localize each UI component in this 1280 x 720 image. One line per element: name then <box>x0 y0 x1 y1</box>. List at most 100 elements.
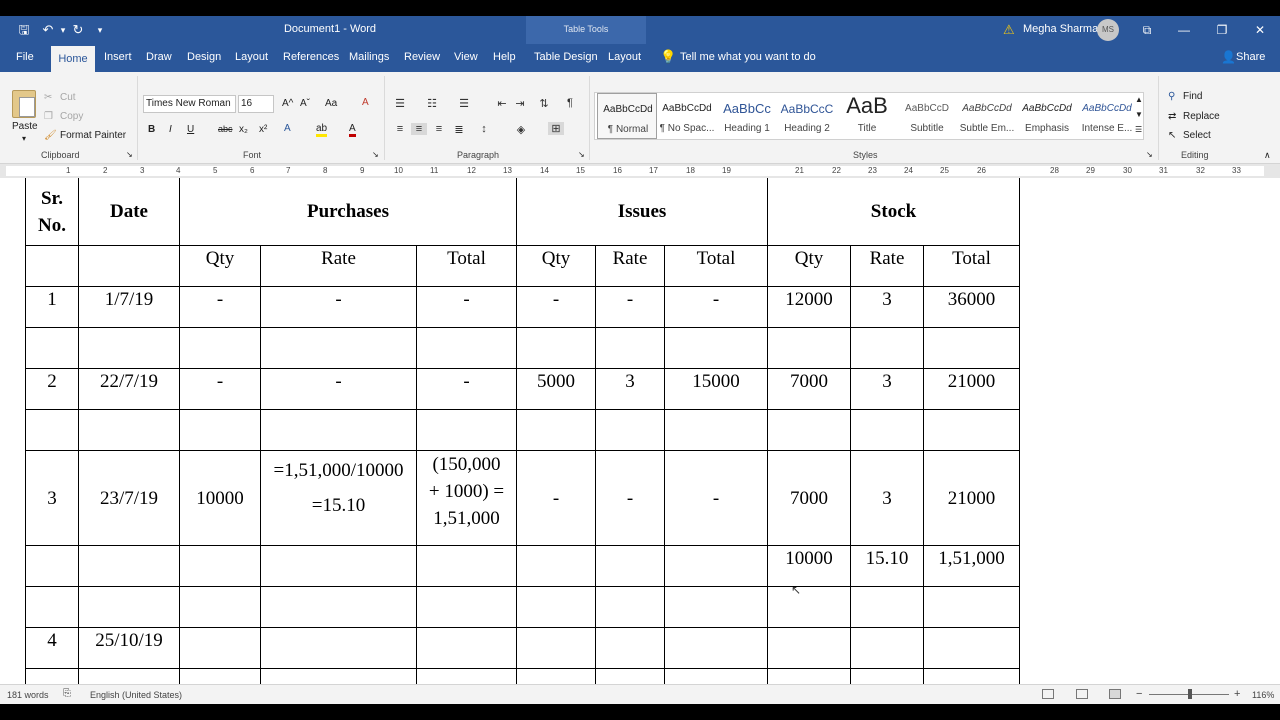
table-cell[interactable] <box>664 545 768 587</box>
line-spacing-icon[interactable]: ↕ <box>476 123 492 135</box>
table-cell[interactable] <box>595 545 665 587</box>
paste-button[interactable]: Paste <box>12 121 38 132</box>
table-cell[interactable] <box>923 627 1020 669</box>
show-marks-button[interactable]: ¶ <box>562 97 578 109</box>
table-cell[interactable]: - <box>179 368 261 410</box>
table-cell[interactable] <box>850 409 924 451</box>
header-sr-no[interactable]: Sr. No. <box>25 178 79 246</box>
tab-layout[interactable]: Layout <box>235 51 268 63</box>
table-cell[interactable] <box>179 327 261 369</box>
table-cell[interactable]: 1,51,000 <box>923 545 1020 587</box>
styles-launcher-icon[interactable]: ↘ <box>1146 150 1153 159</box>
table-cell[interactable] <box>25 409 79 451</box>
lightbulb-icon[interactable]: 💡 <box>660 49 676 65</box>
table-cell[interactable]: 5000 <box>516 368 596 410</box>
table-cell[interactable] <box>78 545 180 587</box>
table-cell[interactable] <box>260 586 417 628</box>
style-subtle-emphasis[interactable]: AaBbCcDd Subtle Em... <box>957 93 1017 139</box>
purchase-total-calculation[interactable]: (150,000 + 1000) = 1,51,000 <box>416 450 517 546</box>
restore-button[interactable]: ❐ <box>1211 20 1233 40</box>
table-cell[interactable]: 10000 <box>179 450 261 546</box>
table-cell[interactable] <box>923 586 1020 628</box>
share-button[interactable]: Share <box>1236 51 1265 63</box>
table-cell[interactable] <box>516 409 596 451</box>
table-cell[interactable] <box>595 668 665 684</box>
table-cell[interactable] <box>516 627 596 669</box>
table-cell[interactable] <box>595 409 665 451</box>
subheader-stock-qty[interactable]: Qty <box>767 245 851 287</box>
table-cell[interactable]: 25/10/19 <box>78 627 180 669</box>
zoom-slider-thumb[interactable] <box>1188 689 1192 699</box>
subheader-issues-qty[interactable]: Qty <box>516 245 596 287</box>
document-page[interactable]: Sr. No. Date Purchases Issues Stock Qty … <box>0 178 1280 684</box>
select-button[interactable]: Select <box>1183 130 1211 141</box>
paragraph-launcher-icon[interactable]: ↘ <box>578 150 585 159</box>
table-cell[interactable]: 12000 <box>767 286 851 328</box>
table-cell[interactable] <box>664 586 768 628</box>
tab-help[interactable]: Help <box>493 51 516 63</box>
save-icon[interactable]: 🖫 <box>16 22 32 38</box>
zoom-out-button[interactable]: − <box>1136 688 1142 700</box>
multilevel-list-icon[interactable]: ☰ <box>456 97 472 110</box>
horizontal-ruler[interactable]: 1 2 3 4 5 6 7 8 9 10 11 12 13 14 15 16 1… <box>0 164 1280 178</box>
user-name[interactable]: Megha Sharma <box>1023 23 1098 35</box>
table-cell[interactable]: - <box>416 286 517 328</box>
zoom-level[interactable]: 116% <box>1252 690 1274 700</box>
style-subtitle[interactable]: AaBbCcD Subtitle <box>897 93 957 139</box>
table-cell[interactable] <box>767 409 851 451</box>
table-cell[interactable]: 15000 <box>664 368 768 410</box>
table-cell[interactable] <box>595 627 665 669</box>
ribbon-display-options-icon[interactable]: ⧉ <box>1136 20 1158 40</box>
table-cell[interactable] <box>260 327 417 369</box>
table-cell[interactable]: 3 <box>25 450 79 546</box>
close-button[interactable]: ✕ <box>1249 20 1271 40</box>
style-heading-2[interactable]: AaBbCcC Heading 2 <box>777 93 837 139</box>
header-issues[interactable]: Issues <box>516 178 768 246</box>
font-color-button[interactable]: A <box>349 123 356 137</box>
table-cell[interactable] <box>664 627 768 669</box>
table-cell[interactable]: - <box>664 450 768 546</box>
style-emphasis[interactable]: AaBbCcDd Emphasis <box>1017 93 1077 139</box>
table-cell[interactable]: 7000 <box>767 368 851 410</box>
table-cell[interactable] <box>179 627 261 669</box>
table-cell[interactable] <box>416 668 517 684</box>
tab-home[interactable]: Home <box>51 46 95 72</box>
undo-dropdown-icon[interactable]: ▾ <box>55 22 71 38</box>
numbering-icon[interactable]: ☷ <box>424 97 440 110</box>
table-cell[interactable] <box>25 327 79 369</box>
tab-draw[interactable]: Draw <box>146 51 172 63</box>
table-cell[interactable] <box>25 668 79 684</box>
subheader-purchases-rate[interactable]: Rate <box>260 245 417 287</box>
table-cell[interactable]: 3 <box>850 286 924 328</box>
copy-button[interactable]: Copy <box>60 111 83 122</box>
style-no-spacing[interactable]: AaBbCcDd ¶ No Spac... <box>657 93 717 139</box>
table-cell[interactable] <box>923 668 1020 684</box>
table-cell[interactable]: 2 <box>25 368 79 410</box>
tab-references[interactable]: References <box>283 51 339 63</box>
table-cell[interactable]: 22/7/19 <box>78 368 180 410</box>
avatar[interactable]: MS <box>1097 19 1119 41</box>
table-cell[interactable] <box>416 586 517 628</box>
table-cell[interactable] <box>25 545 79 587</box>
warning-icon[interactable]: ⚠ <box>1003 22 1015 38</box>
tab-table-layout[interactable]: Layout <box>608 51 641 63</box>
table-cell[interactable]: 15.10 <box>850 545 924 587</box>
increase-indent-icon[interactable]: ⇥ <box>512 97 528 110</box>
table-cell[interactable] <box>850 627 924 669</box>
table-cell[interactable]: 21000 <box>923 368 1020 410</box>
table-cell[interactable]: - <box>516 450 596 546</box>
tab-review[interactable]: Review <box>404 51 440 63</box>
customize-toolbar-icon[interactable]: ▾ <box>92 22 108 38</box>
shrink-font-button[interactable]: Aˇ <box>300 98 310 109</box>
subheader-purchases-qty[interactable]: Qty <box>179 245 261 287</box>
minimize-button[interactable]: — <box>1173 20 1195 40</box>
table-cell[interactable] <box>416 627 517 669</box>
clipboard-launcher-icon[interactable]: ↘ <box>126 150 133 159</box>
table-cell[interactable] <box>78 409 180 451</box>
redo-icon[interactable]: ↻ <box>70 22 86 38</box>
style-intense-emphasis[interactable]: AaBbCcDd Intense E... <box>1077 93 1137 139</box>
tab-file[interactable]: File <box>16 51 34 63</box>
shading-icon[interactable]: ◈ <box>513 123 529 136</box>
strikethrough-button[interactable]: abc <box>218 124 233 134</box>
table-cell[interactable] <box>179 545 261 587</box>
